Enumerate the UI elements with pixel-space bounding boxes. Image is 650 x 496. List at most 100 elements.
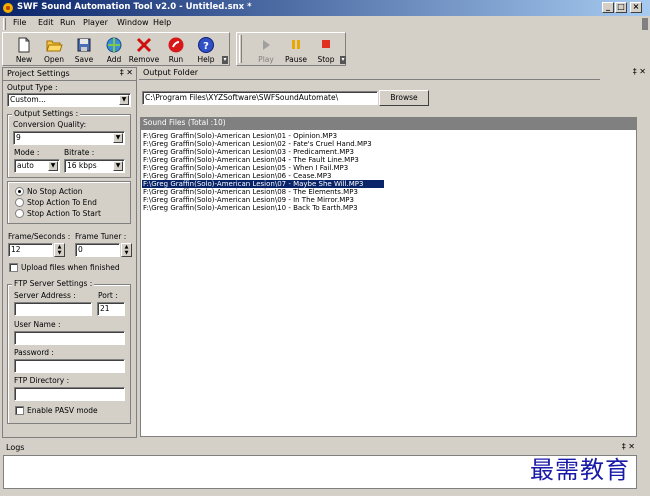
menu-grip bbox=[3, 18, 6, 30]
remove-button[interactable]: Remove bbox=[129, 34, 159, 65]
stop-action-end-label: Stop Action To End bbox=[27, 198, 97, 207]
mode-label: Mode : bbox=[14, 148, 40, 157]
chevron-down-icon[interactable]: ▼ bbox=[113, 133, 123, 143]
player-toolbar-overflow[interactable]: ▾ bbox=[340, 56, 346, 64]
output-folder-header: Output Folder bbox=[139, 67, 637, 80]
stop-action-start-label: Stop Action To Start bbox=[27, 209, 101, 218]
add-globe-icon bbox=[106, 37, 122, 53]
new-file-icon bbox=[18, 37, 30, 53]
close-icon[interactable]: ✕ bbox=[126, 68, 133, 77]
title-bar: SWF Sound Automation Tool v2.0 - Untitle… bbox=[0, 0, 650, 16]
right-dock-strip bbox=[637, 82, 650, 438]
menu-help[interactable]: Help bbox=[153, 18, 171, 27]
frame-tuner-label: Frame Tuner : bbox=[75, 232, 127, 241]
upload-checkbox[interactable] bbox=[9, 263, 18, 272]
output-type-label: Output Type : bbox=[7, 83, 58, 92]
toolbar-grip bbox=[239, 35, 242, 63]
run-icon bbox=[168, 37, 184, 53]
menu-bar: File Edit Run Player Window Help bbox=[0, 16, 650, 32]
help-icon: ? bbox=[198, 37, 214, 53]
user-name-label: User Name : bbox=[14, 320, 61, 329]
bitrate-dropdown[interactable]: 16 kbps ▼ bbox=[64, 159, 125, 173]
chevron-down-icon[interactable]: ▼ bbox=[119, 95, 129, 105]
maximize-button[interactable]: □ bbox=[615, 2, 627, 13]
output-folder-pin-close[interactable]: ‡ ✕ bbox=[633, 67, 646, 76]
menu-player[interactable]: Player bbox=[83, 18, 108, 27]
status-bar bbox=[0, 490, 650, 496]
output-folder-body: C:\Program Files\XYZSoftware\SWFSoundAut… bbox=[139, 81, 637, 117]
port-input[interactable]: 21 bbox=[97, 302, 125, 316]
menu-edit[interactable]: Edit bbox=[38, 18, 54, 27]
player-toolbar: Play Pause Stop ▾ bbox=[236, 32, 346, 66]
radio-stop-action-end[interactable] bbox=[15, 198, 24, 207]
frame-tuner-input[interactable]: 0 bbox=[75, 243, 120, 257]
upload-label: Upload files when finished bbox=[21, 263, 120, 272]
pin-icon[interactable]: ‡ bbox=[633, 67, 637, 76]
app-icon bbox=[3, 3, 13, 13]
pasv-checkbox[interactable] bbox=[15, 406, 24, 415]
file-row[interactable]: F:\Greg Graffin(Solo)-American Lesion\05… bbox=[142, 164, 348, 172]
minimize-button[interactable]: _ bbox=[602, 2, 614, 13]
close-window-button[interactable]: × bbox=[630, 2, 642, 13]
file-row[interactable]: F:\Greg Graffin(Solo)-American Lesion\02… bbox=[142, 140, 372, 148]
output-folder-controls: ‡ ✕ bbox=[600, 67, 650, 80]
conversion-quality-label: Conversion Quality: bbox=[13, 120, 87, 129]
close-icon[interactable]: ✕ bbox=[639, 67, 646, 76]
watermark-text: 最需教育 bbox=[530, 456, 630, 484]
radio-no-stop-action[interactable] bbox=[15, 187, 24, 196]
file-row[interactable]: F:\Greg Graffin(Solo)-American Lesion\09… bbox=[142, 196, 354, 204]
server-address-label: Server Address : bbox=[14, 291, 76, 300]
conversion-quality-dropdown[interactable]: 9 ▼ bbox=[13, 131, 125, 145]
output-folder-title: Output Folder bbox=[143, 68, 199, 77]
menu-run[interactable]: Run bbox=[60, 18, 75, 27]
pin-icon[interactable]: ‡ bbox=[120, 68, 124, 77]
file-row[interactable]: F:\Greg Graffin(Solo)-American Lesion\10… bbox=[142, 204, 358, 212]
chevron-down-icon[interactable]: ▼ bbox=[113, 161, 123, 171]
project-settings-header: Project Settings ‡ ✕ bbox=[3, 68, 136, 81]
menu-overflow[interactable] bbox=[642, 18, 648, 30]
frame-tuner-spinner[interactable]: ▲ ▼ bbox=[121, 243, 132, 257]
browse-button[interactable]: Browse bbox=[379, 90, 429, 106]
folder-open-icon bbox=[46, 40, 63, 52]
password-label: Password : bbox=[14, 348, 54, 357]
stop-button[interactable]: Stop bbox=[311, 34, 341, 65]
file-row[interactable]: F:\Greg Graffin(Solo)-American Lesion\01… bbox=[142, 132, 337, 140]
file-row[interactable]: F:\Greg Graffin(Solo)-American Lesion\04… bbox=[142, 156, 359, 164]
output-settings-label: Output Settings : bbox=[12, 109, 81, 118]
chevron-down-icon[interactable]: ▼ bbox=[48, 161, 58, 171]
toolbar-overflow[interactable]: ▾ bbox=[222, 56, 228, 64]
server-address-input[interactable] bbox=[14, 302, 92, 316]
project-settings-pin-close[interactable]: ‡ ✕ bbox=[120, 68, 133, 77]
password-input[interactable] bbox=[14, 359, 125, 373]
sound-files-list[interactable]: F:\Greg Graffin(Solo)-American Lesion\01… bbox=[140, 129, 637, 437]
project-settings-title: Project Settings bbox=[7, 69, 70, 78]
pause-icon bbox=[292, 40, 300, 49]
main-toolbar: New Open Save Add Remove Run ? Help ▾ bbox=[2, 32, 230, 66]
file-row[interactable]: F:\Greg Graffin(Solo)-American Lesion\06… bbox=[142, 172, 331, 180]
radio-stop-action-start[interactable] bbox=[15, 209, 24, 218]
stop-icon bbox=[322, 40, 330, 48]
no-stop-action-label: No Stop Action bbox=[27, 187, 83, 196]
bitrate-label: Bitrate : bbox=[64, 148, 95, 157]
user-name-input[interactable] bbox=[14, 331, 125, 345]
menu-file[interactable]: File bbox=[13, 18, 26, 27]
remove-x-icon bbox=[136, 37, 152, 53]
file-row[interactable]: F:\Greg Graffin(Solo)-American Lesion\08… bbox=[142, 188, 358, 196]
ftp-directory-input[interactable] bbox=[14, 387, 125, 401]
svg-text:?: ? bbox=[203, 41, 209, 52]
frame-seconds-spinner[interactable]: ▲ ▼ bbox=[54, 243, 65, 257]
sound-files-header: Sound Files (Total :10) bbox=[140, 117, 637, 129]
play-icon bbox=[263, 40, 270, 50]
window-title: SWF Sound Automation Tool v2.0 - Untitle… bbox=[17, 2, 252, 12]
ftp-directory-label: FTP Directory : bbox=[14, 376, 70, 385]
output-type-dropdown[interactable]: Custom... ▼ bbox=[7, 93, 131, 107]
logs-title: Logs bbox=[6, 443, 25, 452]
frame-seconds-input[interactable]: 12 bbox=[8, 243, 53, 257]
file-row[interactable]: F:\Greg Graffin(Solo)-American Lesion\03… bbox=[142, 148, 354, 156]
output-path-input[interactable]: C:\Program Files\XYZSoftware\SWFSoundAut… bbox=[142, 91, 378, 105]
help-button[interactable]: ? Help bbox=[191, 34, 221, 65]
ftp-settings-label: FTP Server Settings : bbox=[12, 279, 95, 288]
file-row-selected[interactable]: F:\Greg Graffin(Solo)-American Lesion\07… bbox=[142, 180, 384, 188]
mode-dropdown[interactable]: auto ▼ bbox=[14, 159, 60, 173]
menu-window[interactable]: Window bbox=[117, 18, 149, 27]
